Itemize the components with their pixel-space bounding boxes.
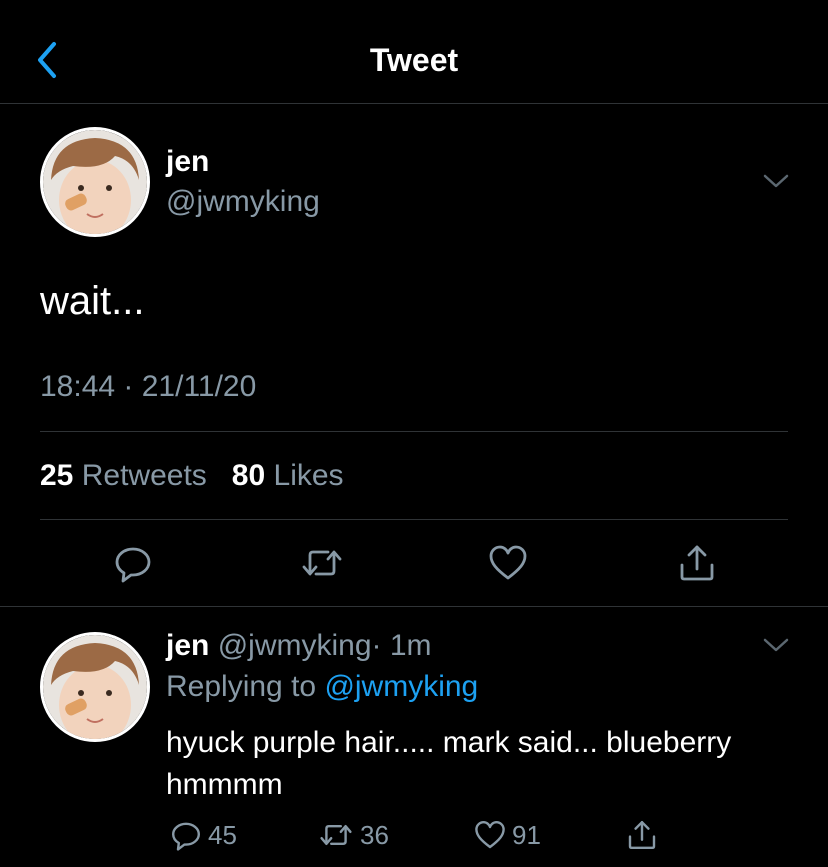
tweet-stats: 25 Retweets 80 Likes [40,459,344,493]
reply-count: 45 [208,819,237,850]
author-handle[interactable]: @jwmyking [166,185,320,219]
top-bar: Tweet [0,0,828,104]
retweet-icon [320,825,352,845]
section-separator [0,606,828,607]
retweet-count: 36 [360,819,389,850]
like-count: 91 [512,819,541,850]
retweets-count[interactable]: 25 [40,459,73,492]
tweet-text: wait... [40,279,145,323]
chevron-down-icon [763,174,789,188]
reply-time: · 1m [371,629,432,662]
reply-button[interactable] [111,541,155,585]
reply-author-handle[interactable]: @jwmyking [218,629,372,662]
reply-header: jen @jwmyking· 1m [166,629,432,663]
replying-prefix: Replying to [166,670,317,703]
divider [40,431,788,432]
chevron-down-icon [763,638,789,652]
replying-to: Replying to @jwmyking [166,670,478,704]
page-title: Tweet [369,42,459,78]
reply-retweet-button[interactable]: 36 [318,815,389,855]
tweet-timestamp: 18:44 · 21/11/20 [40,370,257,403]
share-button[interactable] [675,541,719,585]
tweet-options-button[interactable] [762,172,790,195]
share-icon [680,545,714,581]
reply-icon [115,547,151,583]
reply-share-button[interactable] [626,815,658,855]
retweet-icon [302,550,342,576]
divider [40,519,788,520]
like-icon [475,821,505,849]
avatar[interactable] [40,127,150,237]
reply-icon [172,822,200,851]
replying-mention[interactable]: @jwmyking [324,670,478,703]
retweet-button[interactable] [300,541,344,585]
share-icon [628,821,656,849]
reply-reply-button[interactable]: 45 [170,815,237,855]
author-name[interactable]: jen [166,145,209,179]
reply-like-button[interactable]: 91 [474,815,541,855]
reply-author-name[interactable]: jen [166,629,209,662]
likes-count[interactable]: 80 [232,459,265,492]
reply-options-button[interactable] [762,636,790,659]
retweets-label[interactable]: Retweets [82,459,207,492]
like-button[interactable] [486,541,530,585]
avatar-image [43,130,147,234]
reply-text: hyuck purple hair..... mark said... blue… [166,726,732,801]
like-icon [489,545,527,580]
reply-avatar[interactable] [40,632,150,742]
avatar-image [43,635,147,739]
likes-label[interactable]: Likes [274,459,344,492]
